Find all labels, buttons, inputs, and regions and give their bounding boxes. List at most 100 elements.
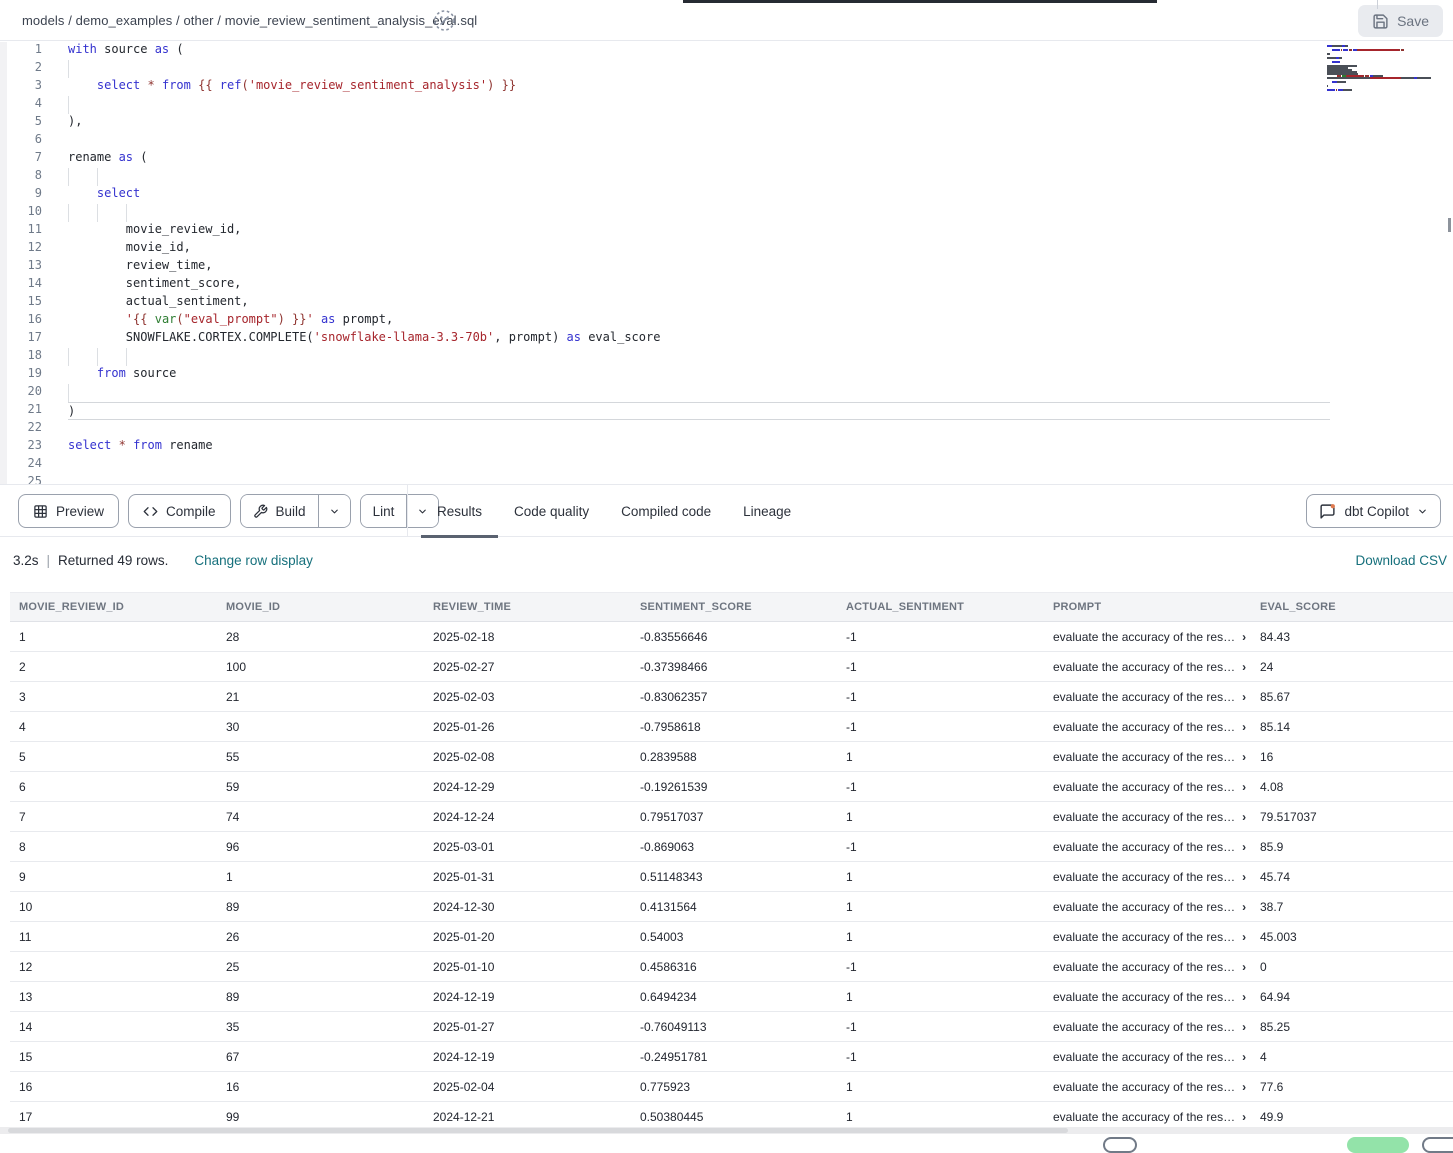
- cell: -1: [837, 1042, 1044, 1072]
- line-number: 14: [7, 276, 42, 294]
- expand-prompt-icon[interactable]: ›: [1242, 780, 1246, 794]
- column-header: MOVIE_ID: [217, 593, 424, 622]
- expand-prompt-icon[interactable]: ›: [1242, 1050, 1246, 1064]
- code-line[interactable]: SNOWFLAKE.CORTEX.COMPLETE('snowflake-lla…: [68, 330, 1330, 348]
- cell: 85.67: [1251, 682, 1453, 712]
- table-row: 21002025-02-27-0.37398466-1evaluate the …: [10, 652, 1453, 682]
- editor-scrollbar-thumb[interactable]: [1448, 218, 1451, 232]
- code-line[interactable]: '{{ var("eval_prompt") }}' as prompt,: [68, 312, 1330, 330]
- cell: 30: [217, 712, 424, 742]
- code-line[interactable]: rename as (: [68, 150, 1330, 168]
- bottom-button-fragment[interactable]: [1422, 1137, 1453, 1153]
- save-button[interactable]: Save: [1358, 5, 1443, 37]
- cell: 0: [1251, 952, 1453, 982]
- prompt-text: evaluate the accuracy of the res…: [1053, 780, 1235, 794]
- cell: 10: [10, 892, 217, 922]
- expand-prompt-icon[interactable]: ›: [1242, 690, 1246, 704]
- code-line[interactable]: [68, 384, 1330, 402]
- file-tab-edge: [1377, 0, 1378, 9]
- code-line[interactable]: with source as (: [68, 42, 1330, 60]
- expand-prompt-icon[interactable]: ›: [1242, 870, 1246, 884]
- query-time: 3.2s: [13, 553, 39, 568]
- dbt-copilot-button[interactable]: dbt Copilot: [1306, 494, 1441, 528]
- cell: 7: [10, 802, 217, 832]
- cell: 55: [217, 742, 424, 772]
- line-number: 12: [7, 240, 42, 258]
- build-button[interactable]: Build: [241, 495, 318, 527]
- code-line[interactable]: [68, 456, 1330, 474]
- indent-guide: [97, 204, 98, 222]
- code-line[interactable]: [68, 168, 1330, 186]
- expand-prompt-icon[interactable]: ›: [1242, 810, 1246, 824]
- expand-prompt-icon[interactable]: ›: [1242, 960, 1246, 974]
- expand-prompt-icon[interactable]: ›: [1242, 720, 1246, 734]
- tab-code-quality[interactable]: Code quality: [498, 485, 605, 537]
- bottom-button-fragment[interactable]: [1103, 1137, 1137, 1153]
- expand-prompt-icon[interactable]: ›: [1242, 1080, 1246, 1094]
- download-csv-link[interactable]: Download CSV: [1355, 553, 1447, 568]
- prompt-cell: evaluate the accuracy of the res…›: [1044, 712, 1251, 742]
- cell: 1: [217, 862, 424, 892]
- column-header: REVIEW_TIME: [424, 593, 631, 622]
- expand-prompt-icon[interactable]: ›: [1242, 660, 1246, 674]
- code-line[interactable]: actual_sentiment,: [68, 294, 1330, 312]
- code-line[interactable]: select: [68, 186, 1330, 204]
- expand-prompt-icon[interactable]: ›: [1242, 750, 1246, 764]
- code-line[interactable]: ),: [68, 114, 1330, 132]
- code-line[interactable]: [68, 420, 1330, 438]
- expand-prompt-icon[interactable]: ›: [1242, 990, 1246, 1004]
- build-dropdown-button[interactable]: [318, 495, 350, 527]
- indent-guide: [68, 348, 69, 366]
- code-line[interactable]: review_time,: [68, 258, 1330, 276]
- code-line[interactable]: movie_review_id,: [68, 222, 1330, 240]
- change-row-display-link[interactable]: Change row display: [194, 553, 313, 568]
- cell: 1: [837, 922, 1044, 952]
- code-line[interactable]: [68, 60, 1330, 78]
- code-lines[interactable]: with source as ( select * from {{ ref('m…: [68, 42, 1330, 484]
- compile-button[interactable]: Compile: [128, 494, 231, 528]
- lint-button[interactable]: Lint: [361, 495, 407, 527]
- line-number: 16: [7, 312, 42, 330]
- expand-prompt-icon[interactable]: ›: [1242, 630, 1246, 644]
- code-line[interactable]: [68, 96, 1330, 114]
- code-editor[interactable]: 1234567891011121314151617181920212223242…: [0, 42, 1453, 484]
- bottom-green-pill-fragment[interactable]: [1347, 1137, 1409, 1153]
- cell: 67: [217, 1042, 424, 1072]
- code-line[interactable]: select * from rename: [68, 438, 1330, 456]
- horizontal-scrollbar-thumb[interactable]: [8, 1128, 1068, 1133]
- cell: 16: [1251, 742, 1453, 772]
- cell: 4: [10, 712, 217, 742]
- code-line[interactable]: [68, 348, 1330, 366]
- code-line[interactable]: [68, 204, 1330, 222]
- cell: 85.25: [1251, 1012, 1453, 1042]
- code-line[interactable]: from source: [68, 366, 1330, 384]
- cell: 1: [837, 892, 1044, 922]
- code-line[interactable]: movie_id,: [68, 240, 1330, 258]
- code-line[interactable]: select * from {{ ref('movie_review_senti…: [68, 78, 1330, 96]
- code-line[interactable]: [68, 132, 1330, 150]
- cell: 2025-01-26: [424, 712, 631, 742]
- code-line[interactable]: ): [68, 402, 1330, 420]
- cell: -1: [837, 652, 1044, 682]
- indent-guide: [68, 96, 69, 114]
- prompt-cell: evaluate the accuracy of the res…›: [1044, 892, 1251, 922]
- code-line[interactable]: sentiment_score,: [68, 276, 1330, 294]
- indent-guide: [68, 204, 69, 222]
- cell: 0.4586316: [631, 952, 837, 982]
- code-line[interactable]: [68, 474, 1330, 484]
- cell: 2: [10, 652, 217, 682]
- code-minimap[interactable]: [1327, 45, 1447, 95]
- tab-compiled-code[interactable]: Compiled code: [605, 485, 727, 537]
- expand-prompt-icon[interactable]: ›: [1242, 930, 1246, 944]
- horizontal-scrollbar[interactable]: [0, 1127, 1453, 1134]
- preview-button[interactable]: Preview: [18, 494, 119, 528]
- expand-prompt-icon[interactable]: ›: [1242, 840, 1246, 854]
- expand-prompt-icon[interactable]: ›: [1242, 900, 1246, 914]
- prompt-cell: evaluate the accuracy of the res…›: [1044, 622, 1251, 652]
- tab-lineage[interactable]: Lineage: [727, 485, 807, 537]
- indent-guide: [126, 348, 127, 366]
- tab-results[interactable]: Results: [421, 485, 498, 537]
- expand-prompt-icon[interactable]: ›: [1242, 1020, 1246, 1034]
- expand-prompt-icon[interactable]: ›: [1242, 1110, 1246, 1124]
- prompt-cell: evaluate the accuracy of the res…›: [1044, 652, 1251, 682]
